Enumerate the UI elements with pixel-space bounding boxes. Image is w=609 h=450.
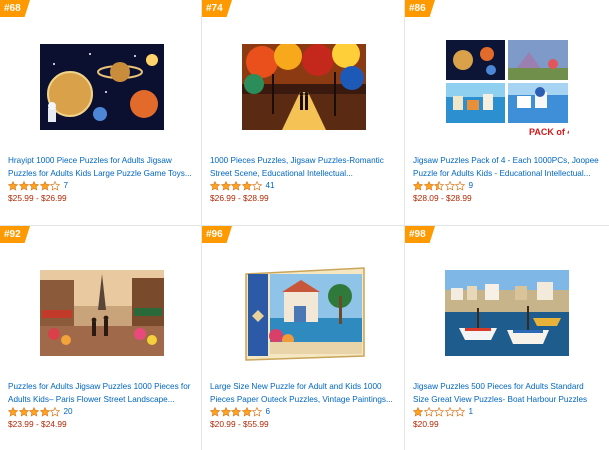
product-card[interactable]: #74 1000 Pieces Puzzles, Jigsaw Puzzles-… xyxy=(202,0,404,224)
star-icon xyxy=(444,180,455,191)
product-grid: #68 Hrayipt 1000 Piece Puzzles for Adult… xyxy=(0,0,609,450)
star-icon xyxy=(241,180,252,191)
star-icon xyxy=(8,406,18,417)
price-range: $25.99 - $26.99 xyxy=(8,193,67,203)
product-card[interactable]: #68 Hrayipt 1000 Piece Puzzles for Adult… xyxy=(0,0,202,224)
star-icon xyxy=(39,180,50,191)
review-count[interactable]: 20 xyxy=(64,407,73,417)
product-image[interactable] xyxy=(445,270,569,356)
star-rating xyxy=(413,406,466,417)
star-icon xyxy=(444,406,455,417)
star-icon xyxy=(50,180,60,191)
star-icon xyxy=(50,406,60,417)
product-title-link[interactable]: Puzzles for Adults Jigsaw Puzzles 1000 P… xyxy=(8,381,194,407)
puzzle-box-image xyxy=(244,266,366,362)
star-icon xyxy=(241,406,252,417)
space-puzzle-image xyxy=(40,44,164,130)
review-count[interactable]: 7 xyxy=(64,181,69,191)
star-icon xyxy=(39,406,50,417)
product-image[interactable] xyxy=(244,266,366,362)
product-card[interactable]: #86 PACK of 4 Jigsaw Puzzles Pack of 4 -… xyxy=(405,0,607,224)
rating[interactable]: 41 xyxy=(210,180,275,191)
rank-badge: #92 xyxy=(0,226,30,243)
product-image[interactable] xyxy=(242,44,366,130)
romantic-street-image xyxy=(242,44,366,130)
star-icon xyxy=(434,406,444,417)
star-icon xyxy=(423,406,434,417)
star-icon xyxy=(18,406,29,417)
star-rating xyxy=(8,180,61,191)
rating[interactable]: 1 xyxy=(413,406,473,417)
star-icon xyxy=(8,180,18,191)
rating[interactable]: 9 xyxy=(413,180,473,191)
price-range: $26.99 - $28.99 xyxy=(210,193,269,203)
pack-of-4-image: PACK of 4 xyxy=(445,38,569,138)
product-card[interactable]: #98 Jigsaw Puzzles 500 Pieces for Adults… xyxy=(405,226,607,450)
rating[interactable]: 20 xyxy=(8,406,73,417)
star-icon xyxy=(455,406,465,417)
price-range: $20.99 xyxy=(413,419,439,429)
product-card[interactable]: #92 Puzzles for Adults Jigsaw Puzzles 10… xyxy=(0,226,202,450)
pack-label: PACK of 4 xyxy=(529,127,569,137)
star-icon xyxy=(252,406,262,417)
star-icon xyxy=(18,180,29,191)
rank-badge: #98 xyxy=(405,226,435,243)
star-icon xyxy=(210,180,220,191)
product-title-link[interactable]: 1000 Pieces Puzzles, Jigsaw Puzzles-Roma… xyxy=(210,155,396,181)
star-icon xyxy=(231,406,241,417)
review-count[interactable]: 9 xyxy=(469,181,474,191)
rank-badge: #86 xyxy=(405,0,435,17)
star-icon xyxy=(210,406,220,417)
product-image[interactable] xyxy=(40,44,164,130)
product-title-link[interactable]: Jigsaw Puzzles Pack of 4 - Each 1000PCs,… xyxy=(413,155,599,181)
star-icon xyxy=(434,180,444,191)
star-icon xyxy=(29,180,39,191)
review-count[interactable]: 41 xyxy=(266,181,275,191)
star-rating xyxy=(413,180,466,191)
star-icon xyxy=(423,180,434,191)
rating[interactable]: 7 xyxy=(8,180,68,191)
star-icon xyxy=(413,180,423,191)
star-icon xyxy=(220,406,231,417)
product-title-link[interactable]: Large Size New Puzzle for Adult and Kids… xyxy=(210,381,396,407)
star-rating xyxy=(210,406,263,417)
star-icon xyxy=(220,180,231,191)
star-icon xyxy=(413,406,423,417)
star-icon xyxy=(252,180,262,191)
rank-badge: #74 xyxy=(202,0,232,17)
product-image[interactable]: PACK of 4 xyxy=(445,38,569,138)
star-icon xyxy=(29,406,39,417)
review-count[interactable]: 6 xyxy=(266,407,271,417)
product-image[interactable] xyxy=(40,270,164,356)
boat-harbour-image xyxy=(445,270,569,356)
star-rating xyxy=(8,406,61,417)
paris-street-image xyxy=(40,270,164,356)
rank-badge: #68 xyxy=(0,0,30,17)
star-rating xyxy=(210,180,263,191)
price-range: $28.09 - $28.99 xyxy=(413,193,472,203)
review-count[interactable]: 1 xyxy=(469,407,474,417)
rank-badge: #96 xyxy=(202,226,232,243)
star-icon xyxy=(455,180,465,191)
product-title-link[interactable]: Hrayipt 1000 Piece Puzzles for Adults Ji… xyxy=(8,155,194,181)
product-title-link[interactable]: Jigsaw Puzzles 500 Pieces for Adults Sta… xyxy=(413,381,599,407)
star-icon xyxy=(231,180,241,191)
product-card[interactable]: #96 Large Size New Puzzle for Adult and … xyxy=(202,226,404,450)
rating[interactable]: 6 xyxy=(210,406,270,417)
price-range: $20.99 - $55.99 xyxy=(210,419,269,429)
price-range: $23.99 - $24.99 xyxy=(8,419,67,429)
row-divider xyxy=(0,225,609,226)
